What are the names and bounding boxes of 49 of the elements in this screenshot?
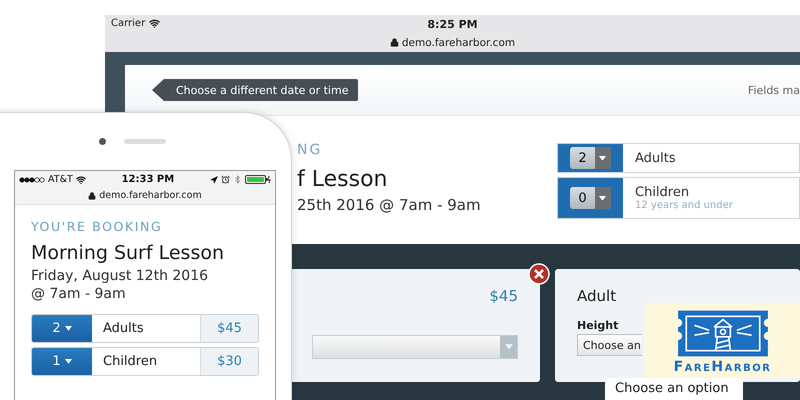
guest-type: Children	[102, 353, 158, 371]
count-select[interactable]: 0	[570, 187, 611, 209]
price: $30	[200, 348, 258, 375]
price: $45	[489, 287, 518, 305]
close-icon[interactable]	[528, 263, 550, 285]
clock: 8:25 PM	[427, 18, 478, 30]
count-select[interactable]: 1	[32, 348, 92, 375]
tour-time: @ 7am - 9am	[31, 286, 127, 302]
caret-icon	[64, 359, 72, 364]
bluetooth-icon	[233, 175, 242, 184]
caret-icon	[504, 344, 512, 350]
back-button[interactable]: Choose a different date or time	[152, 79, 358, 101]
location-icon	[210, 176, 218, 184]
tour-title: f Lesson	[297, 167, 388, 192]
wifi-icon	[149, 18, 160, 29]
guest-type: Adults	[635, 150, 676, 166]
caret-icon	[599, 156, 606, 160]
carrier-name: AT&T	[48, 174, 73, 185]
fields-note: Fields ma	[748, 84, 800, 96]
guest-type: Adults	[102, 320, 145, 338]
booking-eyebrow: YOU'RE BOOKING	[31, 219, 164, 234]
carrier-name: Carrier	[111, 18, 146, 29]
caret-icon	[599, 196, 606, 200]
tour-title: Morning Surf Lesson	[31, 242, 226, 264]
logo-text: FareHarbor	[674, 359, 772, 375]
height-select[interactable]: Choose an	[577, 334, 642, 356]
price: $45	[200, 315, 258, 342]
dropdown-menu[interactable]: Choose an option	[605, 378, 743, 400]
lock-icon	[390, 38, 399, 47]
count-select[interactable]: 2	[32, 315, 92, 342]
alarm-icon	[221, 175, 230, 184]
guest-note: 12 years and under	[635, 200, 733, 211]
wifi-icon	[76, 174, 86, 184]
guest-type: Children	[635, 185, 690, 200]
lock-icon	[88, 192, 96, 200]
url: demo.fareharbor.com	[402, 36, 516, 48]
battery-icon	[245, 175, 271, 184]
signal-icon	[19, 176, 45, 182]
caret-icon	[64, 326, 72, 331]
clock: 12:33 PM	[122, 174, 174, 185]
card-title: Adult	[577, 287, 618, 305]
booking-eyebrow: NG	[297, 142, 324, 158]
count-select[interactable]: 2	[570, 147, 611, 169]
speaker-icon	[124, 139, 166, 144]
camera-icon	[98, 138, 106, 145]
url: demo.fareharbor.com	[99, 190, 202, 201]
field-label: Height	[577, 319, 620, 332]
tour-date: Friday, August 12th 2016	[31, 268, 210, 284]
tour-date: 25th 2016 @ 7am - 9am	[297, 196, 481, 214]
